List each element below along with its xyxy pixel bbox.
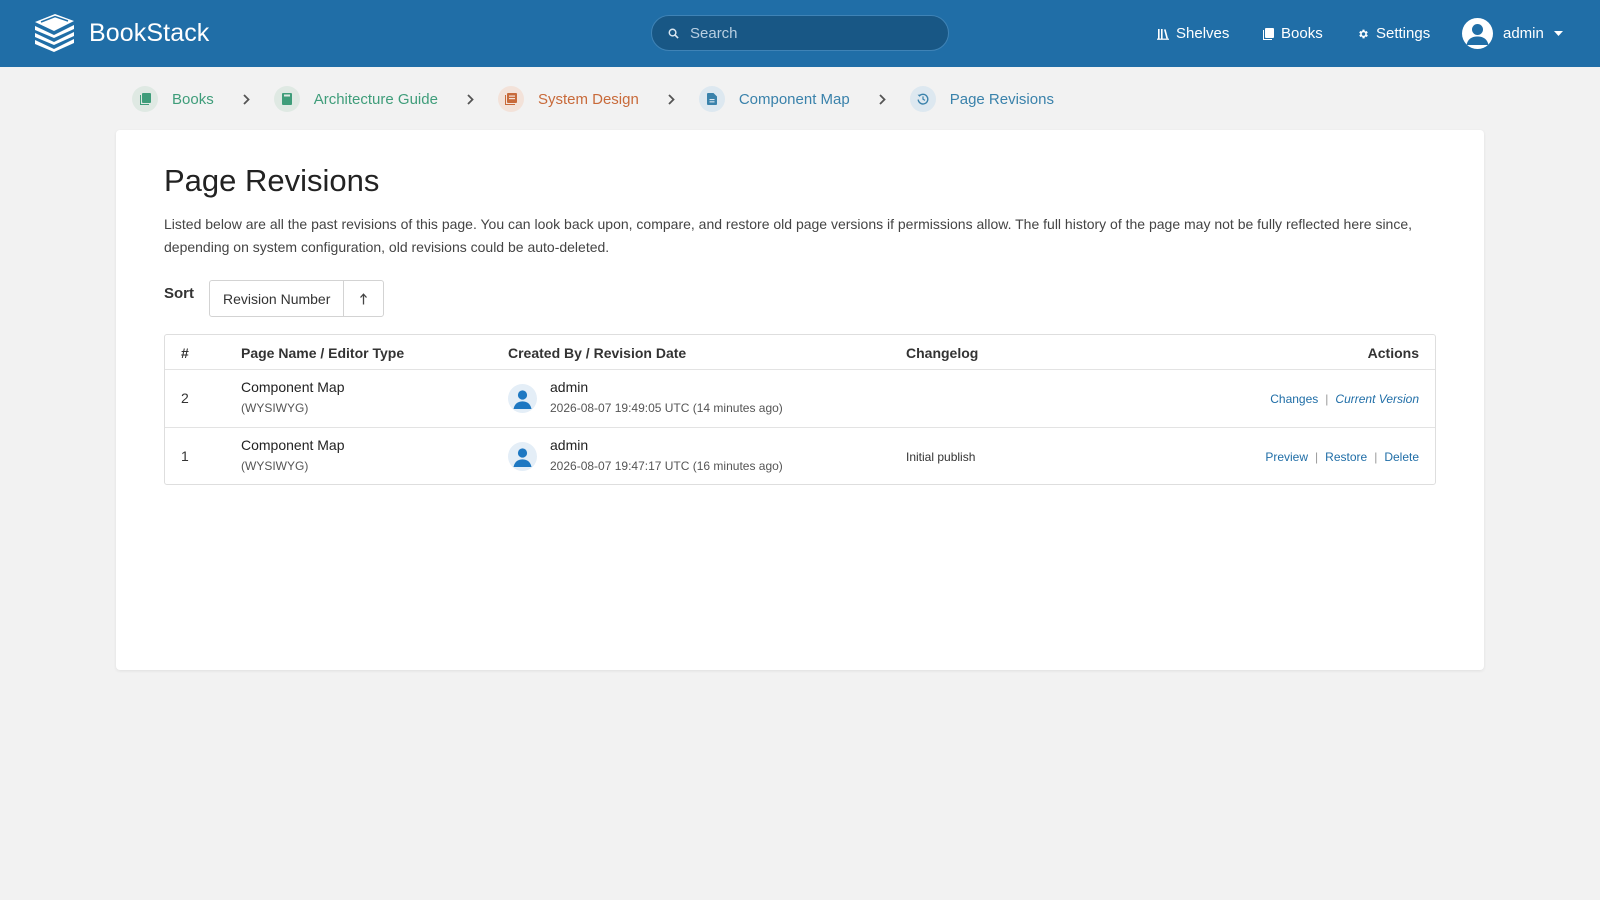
breadcrumb-books[interactable]: Books — [132, 86, 214, 112]
revision-page-info: Component Map (WYSIWYG) — [241, 437, 345, 473]
app-name: BookStack — [89, 18, 210, 47]
nav-shelves-label: Shelves — [1176, 25, 1230, 42]
chevron-right-icon — [668, 93, 675, 105]
action-divider: | — [1325, 392, 1329, 406]
breadcrumb-chapter[interactable]: System Design — [497, 86, 639, 112]
revision-page-name: Component Map — [241, 379, 345, 395]
breadcrumb-page-label: Component Map — [738, 90, 850, 108]
revision-editor-type: (WYSIWYG) — [241, 401, 309, 415]
gear-icon — [1359, 29, 1368, 38]
revision-page-info: Component Map (WYSIWYG) — [241, 379, 345, 415]
page-description: Listed below are all the past revisions … — [164, 216, 1413, 255]
top-header: BookStack Shelves Books Settings — [0, 0, 1600, 67]
chapter-icon — [497, 86, 524, 112]
breadcrumb-chapter-label: System Design — [537, 90, 639, 108]
content-card: Page Revisions Listed below are all the … — [116, 130, 1484, 670]
books-icon — [132, 86, 158, 112]
current-version-link[interactable]: Current Version — [1335, 392, 1419, 406]
revision-actions: Changes | Current Version — [1270, 392, 1419, 406]
user-avatar — [1462, 18, 1493, 49]
breadcrumb-book-label: Architecture Guide — [313, 90, 438, 108]
user-menu-toggle[interactable]: admin — [1462, 18, 1563, 49]
book-icon — [273, 86, 300, 112]
nav-books-label: Books — [1281, 25, 1323, 42]
user-icon — [1466, 24, 1489, 45]
nav-books-link[interactable]: Books — [1263, 0, 1323, 67]
revision-author-info: admin 2026-08-07 19:49:05 UTC (14 minute… — [550, 379, 783, 415]
col-header-changelog: Changelog — [906, 345, 979, 361]
revision-author: admin — [550, 437, 589, 453]
revision-date: 2026-08-07 19:47:17 UTC (16 minutes ago) — [550, 459, 783, 473]
nav-shelves-link[interactable]: Shelves — [1157, 0, 1229, 67]
breadcrumb: Books Architecture Guide System Design C… — [132, 86, 1054, 112]
revision-page-name: Component Map — [241, 437, 345, 453]
col-header-created-by: Created By / Revision Date — [508, 345, 687, 361]
preview-link[interactable]: Preview — [1265, 450, 1308, 464]
col-header-number: # — [181, 345, 189, 361]
books-icon — [1263, 27, 1274, 40]
sort-direction-button[interactable] — [344, 281, 383, 316]
table-row: 1 Component Map (WYSIWYG) admin 2026-08-… — [165, 428, 1435, 485]
chevron-down-icon — [1553, 31, 1563, 36]
revision-author: admin — [550, 379, 589, 395]
sort-field-select[interactable]: Revision Number — [210, 281, 345, 316]
sort-label: Sort — [164, 285, 194, 302]
revision-author-info: admin 2026-08-07 19:47:17 UTC (16 minute… — [550, 437, 783, 473]
avatar — [508, 442, 537, 471]
action-divider: | — [1374, 450, 1378, 464]
revision-changelog: Initial publish — [906, 450, 976, 464]
revision-number: 1 — [181, 448, 189, 464]
revision-editor-type: (WYSIWYG) — [241, 459, 309, 473]
col-header-page-name: Page Name / Editor Type — [241, 345, 405, 361]
restore-link[interactable]: Restore — [1325, 450, 1367, 464]
bookstack-logo-icon — [35, 14, 74, 52]
arrow-up-icon — [360, 292, 368, 304]
nav-settings-label: Settings — [1376, 25, 1431, 42]
user-name: admin — [1503, 25, 1544, 42]
revisions-table: # Page Name / Editor Type Created By / R… — [164, 334, 1436, 485]
table-row: 2 Component Map (WYSIWYG) admin 2026-08-… — [165, 370, 1435, 428]
col-header-actions: Actions — [1367, 345, 1419, 361]
sort-control: Revision Number — [209, 280, 385, 317]
search-icon — [668, 28, 679, 39]
revision-number: 2 — [181, 390, 189, 406]
user-icon — [513, 390, 532, 409]
chevron-right-icon — [879, 93, 886, 105]
table-header-row: # Page Name / Editor Type Created By / R… — [165, 335, 1435, 370]
changes-link[interactable]: Changes — [1270, 392, 1318, 406]
chevron-right-icon — [243, 93, 250, 105]
delete-link[interactable]: Delete — [1384, 450, 1419, 464]
breadcrumb-books-label: Books — [172, 90, 214, 108]
app-logo-link[interactable]: BookStack — [33, 14, 209, 52]
shelves-icon — [1157, 28, 1169, 40]
chevron-right-icon — [467, 93, 474, 105]
search-input[interactable] — [690, 24, 920, 42]
avatar — [508, 384, 537, 413]
page-title: Page Revisions — [164, 163, 380, 198]
search-bar[interactable] — [651, 15, 949, 51]
nav-settings-link[interactable]: Settings — [1357, 0, 1430, 67]
page-icon — [698, 86, 725, 112]
revision-actions: Preview | Restore | Delete — [1265, 450, 1419, 464]
user-icon — [513, 448, 532, 467]
breadcrumb-book[interactable]: Architecture Guide — [273, 86, 438, 112]
breadcrumb-page[interactable]: Component Map — [698, 86, 850, 112]
action-divider: | — [1315, 450, 1319, 464]
breadcrumb-revisions[interactable]: Page Revisions — [909, 86, 1054, 112]
breadcrumb-revisions-label: Page Revisions — [949, 90, 1054, 108]
history-icon — [909, 86, 936, 112]
revision-date: 2026-08-07 19:49:05 UTC (14 minutes ago) — [550, 401, 783, 415]
